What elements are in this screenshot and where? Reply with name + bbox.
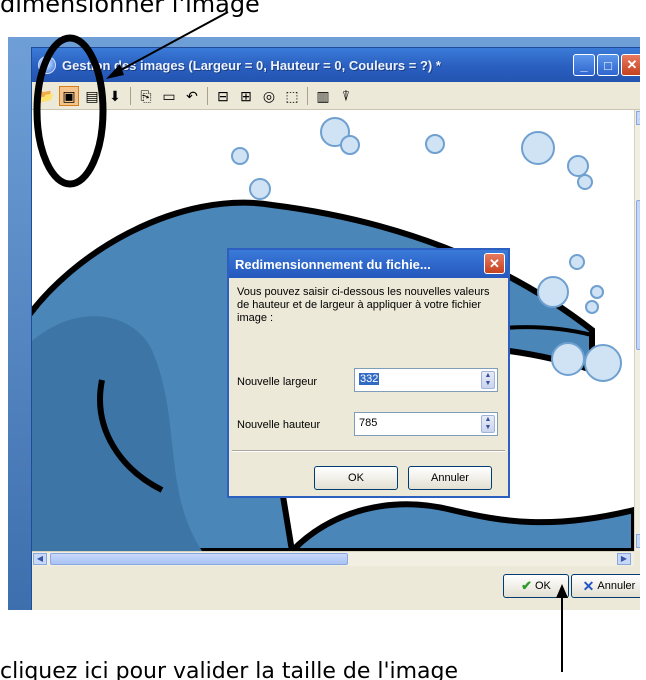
vertical-scroll-thumb[interactable] bbox=[636, 200, 640, 350]
rotate-icon[interactable]: ▤ bbox=[82, 86, 102, 106]
top-annotation-caption: dimensionner l'image bbox=[0, 0, 260, 18]
vertical-scrollbar[interactable]: ▲ ▼ bbox=[634, 110, 640, 551]
dolphin-fin bbox=[287, 501, 634, 551]
dialog-ok-button[interactable]: OK bbox=[314, 466, 398, 490]
scroll-up-arrow[interactable]: ▲ bbox=[636, 111, 640, 125]
resize-dialog: Redimensionnement du fichie... ✕ Vous po… bbox=[227, 248, 510, 498]
dialog-cancel-label: Annuler bbox=[431, 472, 469, 484]
ok-button-label: OK bbox=[535, 580, 551, 592]
minimize-button[interactable]: _ bbox=[573, 54, 595, 76]
width-value: 332 bbox=[359, 373, 380, 385]
effects-icon[interactable]: ◎ bbox=[259, 86, 279, 106]
maximize-button[interactable]: □ bbox=[597, 54, 619, 76]
paint-icon[interactable]: ⬇ bbox=[105, 86, 125, 106]
width-spinner[interactable]: ▲ ▼ bbox=[481, 371, 495, 389]
app-icon bbox=[38, 56, 56, 74]
width-label: Nouvelle largeur bbox=[237, 376, 318, 388]
properties-icon[interactable]: ▥ bbox=[313, 86, 333, 106]
copy-icon[interactable]: ⎘ bbox=[136, 86, 156, 106]
resize-icon[interactable]: ▣ bbox=[59, 85, 79, 106]
ok-button[interactable]: ✔ OK bbox=[503, 574, 569, 598]
window-title: Gestion des images (Largeur = 0, Hauteur… bbox=[62, 57, 441, 73]
width-input[interactable]: 332 ▲ ▼ bbox=[354, 368, 498, 392]
cancel-button-label: Annuler bbox=[597, 580, 636, 592]
toolbar-separator bbox=[207, 86, 208, 105]
status-bar: ✔ OK ✕ Annuler bbox=[32, 566, 640, 610]
dialog-cancel-button[interactable]: Annuler bbox=[408, 466, 492, 490]
flip-icon[interactable]: ⊞ bbox=[236, 86, 256, 106]
height-spinner[interactable]: ▲ ▼ bbox=[481, 415, 495, 433]
toolbar-separator bbox=[130, 86, 131, 105]
bottom-annotation-caption: cliquez ici pour valider la taille de l'… bbox=[0, 661, 459, 680]
check-icon: ✔ bbox=[521, 578, 532, 593]
dialog-body: Vous pouvez saisir ci-dessous les nouvel… bbox=[229, 278, 508, 496]
scroll-right-arrow[interactable]: ▶ bbox=[617, 553, 631, 565]
scroll-left-arrow[interactable]: ◀ bbox=[33, 553, 47, 565]
dialog-close-button[interactable]: ✕ bbox=[484, 253, 505, 274]
select-icon[interactable]: ⬚ bbox=[282, 86, 302, 106]
height-input[interactable]: 785 ▲ ▼ bbox=[354, 412, 498, 436]
height-label: Nouvelle hauteur bbox=[237, 419, 321, 431]
horizontal-scroll-thumb[interactable] bbox=[50, 553, 348, 565]
filter-icon[interactable]: ⍒ bbox=[336, 86, 356, 106]
height-value: 785 bbox=[359, 417, 378, 429]
open-icon[interactable]: 📂 bbox=[36, 86, 56, 106]
toolbar-separator bbox=[307, 86, 308, 105]
crop-icon[interactable]: ⊟ bbox=[213, 86, 233, 106]
undo-icon[interactable]: ↶ bbox=[182, 86, 202, 106]
window-controls: _ □ ✕ bbox=[573, 54, 640, 76]
image-manager-window: Gestion des images (Largeur = 0, Hauteur… bbox=[31, 47, 640, 610]
cancel-icon: ✕ bbox=[582, 577, 595, 594]
dialog-title: Redimensionnement du fichie... bbox=[235, 256, 431, 272]
horizontal-scrollbar[interactable]: ◀ ▶ bbox=[32, 551, 634, 566]
cancel-button[interactable]: ✕ Annuler bbox=[571, 574, 640, 598]
toolbar: 📂 ▣ ▤ ⬇ ⎘ ▭ ↶ ⊟ ⊞ ◎ ⬚ ▥ ⍒ bbox=[32, 82, 640, 110]
screenshot-frame: Gestion des images (Largeur = 0, Hauteur… bbox=[8, 37, 640, 610]
dialog-separator bbox=[232, 450, 505, 452]
dialog-ok-label: OK bbox=[348, 472, 364, 484]
dialog-title-bar[interactable]: Redimensionnement du fichie... ✕ bbox=[229, 250, 508, 278]
scroll-down-arrow[interactable]: ▼ bbox=[636, 534, 640, 548]
paste-icon[interactable]: ▭ bbox=[159, 86, 179, 106]
close-button[interactable]: ✕ bbox=[621, 54, 640, 76]
dialog-message: Vous pouvez saisir ci-dessous les nouvel… bbox=[237, 286, 490, 324]
title-bar[interactable]: Gestion des images (Largeur = 0, Hauteur… bbox=[32, 48, 640, 82]
